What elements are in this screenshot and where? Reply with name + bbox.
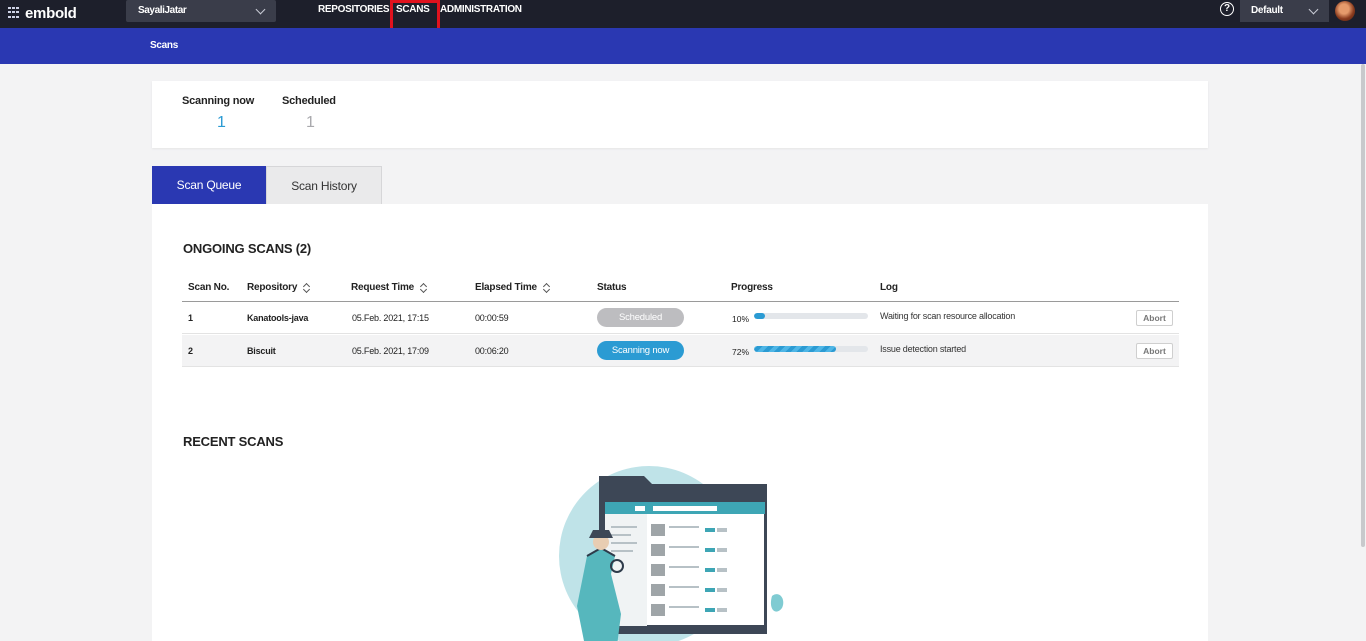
column-label: Repository — [247, 282, 298, 293]
progress-bar-fill — [754, 346, 837, 352]
column-progress: Progress — [731, 282, 773, 293]
tab-scan-history[interactable]: Scan History — [266, 166, 382, 204]
log-message: Waiting for scan resource allocation — [880, 311, 1016, 321]
progress-percent: 72% — [732, 347, 750, 357]
top-navbar: embold SayaliJatar REPOSITORIES SCANS AD… — [0, 0, 1366, 32]
elapsed-time: 00:00:59 — [475, 313, 509, 323]
embold-logo[interactable]: embold — [8, 3, 77, 23]
help-icon[interactable]: ? — [1220, 2, 1234, 16]
elapsed-time: 00:06:20 — [475, 346, 509, 356]
sort-icon[interactable] — [303, 283, 310, 293]
progress-percent: 10% — [732, 314, 750, 324]
avatar[interactable] — [1335, 1, 1355, 21]
progress-bar-fill — [754, 313, 766, 319]
scheduled-label: Scheduled — [282, 95, 336, 107]
view-select-value: Default — [1251, 5, 1283, 16]
scan-queue-panel: ONGOING SCANS (2) Scan No. Repository Re… — [152, 204, 1208, 641]
request-time: 05.Feb. 2021, 17:15 — [352, 313, 429, 323]
view-select[interactable]: Default — [1240, 0, 1329, 22]
repository-name[interactable]: Kanatools-java — [247, 313, 308, 323]
scheduled-count[interactable]: 1 — [306, 114, 315, 132]
column-status: Status — [597, 282, 627, 293]
column-label: Progress — [731, 282, 773, 293]
column-repository[interactable]: Repository — [247, 282, 310, 293]
column-request-time[interactable]: Request Time — [351, 282, 427, 293]
page-header-bar: Scans — [0, 28, 1366, 64]
progress-bar — [754, 346, 868, 352]
repository-name[interactable]: Biscuit — [247, 346, 276, 356]
vertical-scrollbar[interactable] — [1361, 64, 1365, 547]
column-scan-no: Scan No. — [188, 282, 229, 293]
progress-bar — [754, 313, 868, 319]
scan-number: 1 — [188, 313, 193, 323]
organization-select[interactable]: SayaliJatar — [126, 0, 276, 22]
organization-select-value: SayaliJatar — [138, 5, 187, 16]
recent-scans-title: RECENT SCANS — [183, 434, 284, 449]
chevron-down-icon — [1308, 4, 1319, 15]
scanning-now-label: Scanning now — [182, 95, 255, 107]
logo-mark-icon — [8, 7, 22, 19]
sort-icon[interactable] — [420, 283, 427, 293]
request-time: 05.Feb. 2021, 17:09 — [352, 346, 429, 356]
scan-number: 2 — [188, 346, 193, 356]
abort-button[interactable]: Abort — [1136, 343, 1173, 359]
scan-summary-card: Scanning now 1 Scheduled 1 — [152, 81, 1208, 148]
table-row: 2 Biscuit 05.Feb. 2021, 17:09 00:06:20 S… — [182, 335, 1179, 367]
status-badge: Scanning now — [597, 341, 684, 360]
tab-scan-queue[interactable]: Scan Queue — [152, 166, 266, 204]
chevron-down-icon — [255, 4, 266, 15]
column-label: Request Time — [351, 282, 414, 293]
table-row: 1 Kanatools-java 05.Feb. 2021, 17:15 00:… — [182, 302, 1179, 334]
column-log: Log — [880, 282, 898, 293]
sort-icon[interactable] — [543, 283, 550, 293]
logo-text: embold — [25, 4, 77, 22]
column-elapsed-time[interactable]: Elapsed Time — [475, 282, 550, 293]
nav-repositories[interactable]: REPOSITORIES — [318, 4, 390, 15]
scanning-now-count[interactable]: 1 — [217, 114, 226, 132]
column-label: Status — [597, 282, 627, 293]
page-title: Scans — [150, 40, 178, 51]
column-label: Scan No. — [188, 282, 230, 293]
column-label: Elapsed Time — [475, 282, 537, 293]
status-badge: Scheduled — [597, 308, 684, 327]
column-label: Log — [880, 282, 898, 293]
empty-state-illustration — [559, 466, 784, 641]
abort-button[interactable]: Abort — [1136, 310, 1173, 326]
log-message: Issue detection started — [880, 344, 966, 354]
ongoing-scans-title: ONGOING SCANS (2) — [183, 241, 312, 256]
nav-administration[interactable]: ADMINISTRATION — [440, 4, 522, 15]
